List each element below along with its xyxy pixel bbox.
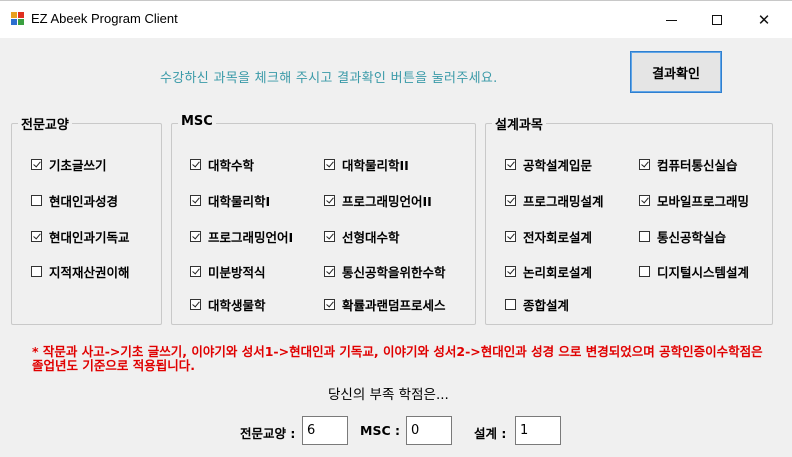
checkbox-label: 프로그래밍설계 (523, 194, 604, 209)
design-field[interactable] (515, 416, 561, 445)
checkbox-box[interactable] (505, 159, 516, 170)
checkbox-modern-christianity[interactable]: 현대인과기독교 (31, 227, 130, 246)
checkbox-probability[interactable]: 확률과랜덤프로세스 (324, 295, 446, 314)
checkbox-linear-algebra[interactable]: 선형대수학 (324, 227, 400, 246)
checkbox-box[interactable] (324, 231, 335, 242)
checkbox-circuit-design[interactable]: 전자회로설계 (505, 227, 592, 246)
checkbox-box[interactable] (505, 266, 516, 277)
checkbox-label: 대학생물학 (208, 298, 266, 313)
checkbox-label: 프로그래밍언어I (208, 230, 294, 245)
group-title: 설계과목 (492, 114, 546, 133)
checkbox-label: 전자회로설계 (523, 230, 593, 245)
checkbox-label: 통신공학을위한수학 (342, 265, 446, 280)
checkbox-label: 컴퓨터통신실습 (657, 158, 738, 173)
group-major-liberal: 전문교양 (11, 114, 162, 325)
checkbox-programming-1[interactable]: 프로그래밍언어I (190, 227, 293, 246)
checkbox-box[interactable] (31, 195, 42, 206)
major-liberal-label: 전문교양 : (240, 426, 296, 441)
checkbox-box[interactable] (190, 299, 201, 310)
instruction-text: 수강하신 과목을 체크해 주시고 결과확인 버튼을 눌러주세요. (160, 71, 498, 86)
checkbox-mobile-programming[interactable]: 모바일프로그래밍 (639, 191, 749, 210)
checkbox-box[interactable] (639, 266, 650, 277)
checkbox-box[interactable] (324, 266, 335, 277)
lack-credits-label: 당신의 부족 학점은... (328, 387, 449, 403)
checkbox-label: 프로그래밍언어II (342, 194, 432, 209)
checkbox-capstone-design[interactable]: 종합설계 (505, 295, 569, 314)
group-title: 전문교양 (18, 114, 72, 133)
minimize-icon (665, 19, 677, 21)
checkbox-label: 대학수학 (208, 158, 255, 173)
design-label: 설계 : (474, 426, 507, 441)
checkbox-box[interactable] (505, 195, 516, 206)
checkbox-modern-bible[interactable]: 현대인과성경 (31, 191, 118, 210)
checkbox-computer-comm-lab[interactable]: 컴퓨터통신실습 (639, 155, 738, 174)
checkbox-label: 대학물리학II (342, 158, 409, 173)
major-liberal-field[interactable] (302, 416, 348, 445)
checkbox-label: 디지털시스템설계 (657, 265, 750, 280)
checkbox-label: 모바일프로그래밍 (657, 194, 750, 209)
checkbox-box[interactable] (324, 299, 335, 310)
msc-field[interactable] (406, 416, 452, 445)
checkbox-box[interactable] (324, 195, 335, 206)
checkbox-biology[interactable]: 대학생물학 (190, 295, 266, 314)
checkbox-label: 현대인과성경 (49, 194, 119, 209)
checkbox-box[interactable] (639, 195, 650, 206)
checkbox-box[interactable] (190, 195, 201, 206)
checkbox-label: 공학설계입문 (523, 158, 593, 173)
checkbox-physics-1[interactable]: 대학물리학I (190, 191, 270, 210)
checkbox-label: 대학물리학I (208, 194, 271, 209)
checkbox-label: 통신공학실습 (657, 230, 727, 245)
notice-text: * 작문과 사고->기초 글쓰기, 이야기와 성서1->현대인과 기독교, 이야… (32, 344, 763, 373)
app-icon (11, 12, 25, 26)
checkbox-label: 지적재산권이해 (49, 265, 130, 280)
checkbox-label: 미분방적식 (208, 265, 266, 280)
checkbox-label: 선형대수학 (342, 230, 400, 245)
msc-label: MSC : (360, 423, 400, 438)
minimize-button[interactable] (648, 1, 694, 39)
checkbox-intro-design[interactable]: 공학설계입문 (505, 155, 592, 174)
checkbox-digital-system-design[interactable]: 디지털시스템설계 (639, 262, 749, 281)
checkbox-label: 기초글쓰기 (49, 158, 107, 173)
result-check-button[interactable]: 결과확인 (630, 51, 722, 93)
checkbox-comm-math[interactable]: 통신공학을위한수학 (324, 262, 446, 281)
checkbox-box[interactable] (639, 159, 650, 170)
checkbox-label: 현대인과기독교 (49, 230, 130, 245)
checkbox-programming-design[interactable]: 프로그래밍설계 (505, 191, 604, 210)
checkbox-box[interactable] (190, 231, 201, 242)
checkbox-label: 논리회로설계 (523, 265, 593, 280)
checkbox-box[interactable] (31, 231, 42, 242)
checkbox-programming-2[interactable]: 프로그래밍언어II (324, 191, 432, 210)
checkbox-basic-writing[interactable]: 기초글쓰기 (31, 155, 107, 174)
checkbox-box[interactable] (505, 299, 516, 310)
window-title: EZ Abeek Program Client (31, 11, 178, 26)
checkbox-ip-understanding[interactable]: 지적재산권이해 (31, 262, 130, 281)
checkbox-comm-eng-lab[interactable]: 통신공학실습 (639, 227, 726, 246)
checkbox-box[interactable] (31, 159, 42, 170)
close-button[interactable]: ✕ (741, 1, 787, 39)
checkbox-box[interactable] (190, 266, 201, 277)
maximize-button[interactable] (694, 1, 740, 39)
checkbox-calculus[interactable]: 대학수학 (190, 155, 254, 174)
checkbox-box[interactable] (324, 159, 335, 170)
checkbox-box[interactable] (505, 231, 516, 242)
checkbox-physics-2[interactable]: 대학물리학II (324, 155, 409, 174)
checkbox-label: 종합설계 (523, 298, 570, 313)
group-title: MSC (178, 114, 216, 129)
checkbox-logic-design[interactable]: 논리회로설계 (505, 262, 592, 281)
checkbox-differential-equations[interactable]: 미분방적식 (190, 262, 266, 281)
checkbox-box[interactable] (31, 266, 42, 277)
checkbox-box[interactable] (639, 231, 650, 242)
checkbox-box[interactable] (190, 159, 201, 170)
checkbox-label: 확률과랜덤프로세스 (342, 298, 446, 313)
close-icon: ✕ (757, 11, 771, 29)
title-bar: EZ Abeek Program Client ✕ (0, 0, 792, 38)
maximize-icon (712, 15, 722, 25)
